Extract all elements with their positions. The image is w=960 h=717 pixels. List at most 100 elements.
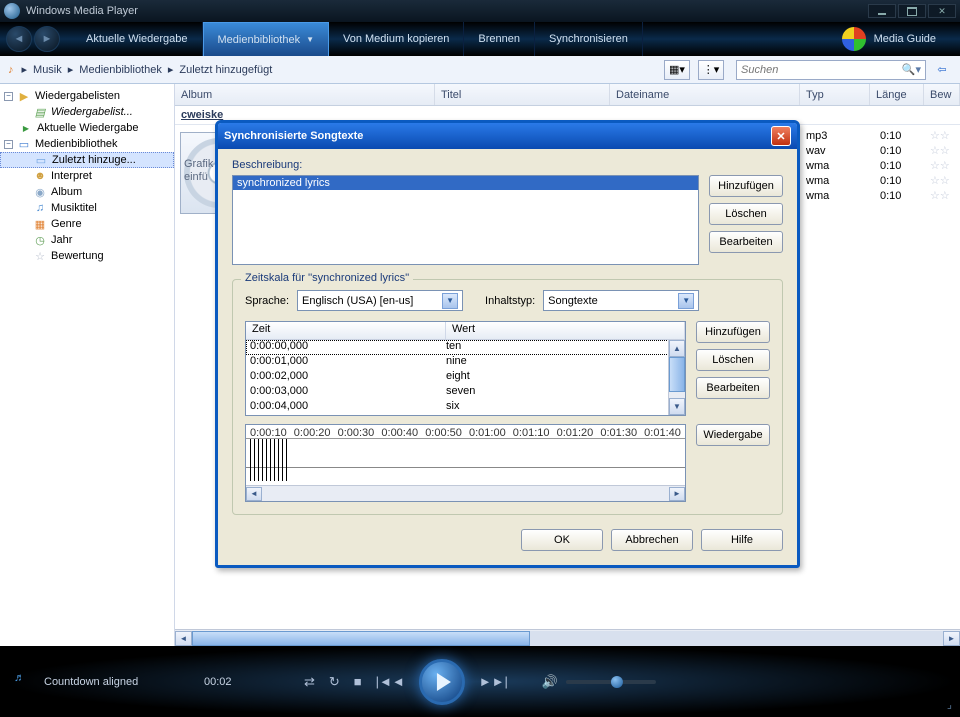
stop-button[interactable]: ■	[354, 674, 362, 689]
tab-label: Medienbibliothek	[218, 34, 301, 46]
sidebar: −▶Wiedergabelisten ▤Wiedergabelist... Ak…	[0, 84, 175, 646]
sidebar-item-title[interactable]: Musiktitel	[0, 200, 174, 216]
language-combo[interactable]: Englisch (USA) [en-us] ▼	[297, 290, 463, 311]
sidebar-item-artist[interactable]: Interpret	[0, 168, 174, 184]
delete-time-button[interactable]: Löschen	[696, 349, 770, 371]
view-options-button[interactable]: ⋮▾	[698, 60, 724, 80]
time-table[interactable]: Zeit Wert 0:00:00,000ten 0:00:01,000nine…	[245, 321, 686, 416]
now-playing-icon: ♬	[14, 672, 34, 692]
timescale-group: Zeitskala für ''synchronized lyrics'' Sp…	[232, 279, 783, 515]
close-window-button[interactable]	[928, 4, 956, 18]
time-row[interactable]: 0:00:00,000ten	[246, 340, 685, 355]
shuffle-button[interactable]: ⇄	[304, 674, 315, 690]
prev-button[interactable]: |◄◄	[376, 674, 405, 689]
timeline-hscrollbar[interactable]: ◄►	[246, 485, 685, 501]
scroll-left-button[interactable]: ◄	[246, 487, 262, 501]
tab-now-playing[interactable]: Aktuelle Wiedergabe	[72, 22, 203, 56]
add-time-button[interactable]: Hinzufügen	[696, 321, 770, 343]
minimize-button[interactable]	[868, 4, 896, 18]
sidebar-item-playlist[interactable]: ▤Wiedergabelist...	[0, 104, 174, 120]
media-guide-button[interactable]: Media Guide	[824, 27, 954, 51]
mute-button[interactable]: 🔊	[542, 674, 558, 690]
dialog-close-button[interactable]: ✕	[771, 126, 791, 146]
scroll-thumb[interactable]	[192, 631, 530, 646]
col-type[interactable]: Typ	[800, 84, 870, 105]
col-rating[interactable]: Bew	[924, 84, 960, 105]
cancel-button[interactable]: Abbrechen	[611, 529, 693, 551]
help-button[interactable]: Hilfe	[701, 529, 783, 551]
time-row[interactable]: 0:00:01,000nine	[246, 355, 685, 370]
time-row[interactable]: 0:00:02,000eight	[246, 370, 685, 385]
add-description-button[interactable]: Hinzufügen	[709, 175, 783, 197]
volume-knob[interactable]	[611, 676, 623, 688]
description-list[interactable]: synchronized lyrics	[232, 175, 699, 265]
scroll-right-button[interactable]: ►	[669, 487, 685, 501]
description-item[interactable]: synchronized lyrics	[233, 176, 698, 190]
col-time[interactable]: Zeit	[246, 322, 446, 339]
edit-description-button[interactable]: Bearbeiten	[709, 231, 783, 253]
table-row[interactable]: wav0:10☆☆	[800, 143, 960, 158]
language-label: Sprache:	[245, 295, 289, 307]
chevron-down-icon: ▼	[678, 293, 694, 309]
col-title[interactable]: Titel	[435, 84, 610, 105]
table-row[interactable]: wma0:10☆☆	[800, 173, 960, 188]
scroll-thumb[interactable]	[669, 357, 685, 392]
now-playing-time: 00:02	[204, 676, 232, 688]
timeline[interactable]: 0:00:10 0:00:20 0:00:30 0:00:40 0:00:50 …	[245, 424, 686, 502]
ok-button[interactable]: OK	[521, 529, 603, 551]
playback-button[interactable]: Wiedergabe	[696, 424, 770, 446]
sidebar-item-rating[interactable]: Bewertung	[0, 248, 174, 264]
scroll-down-button[interactable]: ▼	[669, 398, 685, 415]
delete-description-button[interactable]: Löschen	[709, 203, 783, 225]
table-row[interactable]: wma0:10☆☆	[800, 158, 960, 173]
volume-slider[interactable]	[566, 680, 656, 684]
edit-time-button[interactable]: Bearbeiten	[696, 377, 770, 399]
horizontal-scrollbar[interactable]: ◄ ►	[175, 629, 960, 646]
nav-back-button[interactable]: ◄	[6, 26, 32, 52]
col-album[interactable]: Album	[175, 84, 435, 105]
search-input[interactable]	[741, 64, 902, 76]
col-length[interactable]: Länge	[870, 84, 924, 105]
dialog-titlebar[interactable]: Synchronisierte Songtexte ✕	[218, 123, 797, 149]
compact-mode-button[interactable]: ⌟	[947, 698, 952, 711]
tab-sync[interactable]: Synchronisieren	[535, 22, 643, 56]
next-button[interactable]: ►►|	[479, 674, 508, 689]
table-vscrollbar[interactable]: ▲ ▼	[668, 340, 685, 415]
repeat-button[interactable]: ↻	[329, 674, 340, 690]
blue-back-icon[interactable]: ⇦	[932, 60, 952, 80]
sidebar-item-year[interactable]: Jahr	[0, 232, 174, 248]
nav-forward-button[interactable]: ►	[34, 26, 60, 52]
window-title: Windows Media Player	[26, 5, 138, 17]
sidebar-item-playlists[interactable]: −▶Wiedergabelisten	[0, 88, 174, 104]
play-button[interactable]	[419, 659, 465, 705]
view-layout-button[interactable]: ▦▾	[664, 60, 690, 80]
restore-button[interactable]	[898, 4, 926, 18]
tab-burn[interactable]: Brennen	[464, 22, 535, 56]
table-row[interactable]: wma0:10☆☆	[800, 188, 960, 203]
sidebar-item-genre[interactable]: Genre	[0, 216, 174, 232]
tab-label: Aktuelle Wiedergabe	[86, 33, 188, 45]
sidebar-item-recent[interactable]: Zuletzt hinzuge...	[0, 152, 174, 168]
col-filename[interactable]: Dateiname	[610, 84, 800, 105]
scroll-up-button[interactable]: ▲	[669, 340, 685, 357]
windows-flag-icon	[842, 27, 866, 51]
tab-label: Von Medium kopieren	[343, 33, 449, 45]
col-value[interactable]: Wert	[446, 322, 685, 339]
scroll-left-button[interactable]: ◄	[175, 631, 192, 646]
search-box[interactable]: 🔍▾	[736, 60, 926, 80]
tab-rip[interactable]: Von Medium kopieren	[329, 22, 464, 56]
scroll-track[interactable]	[192, 631, 943, 646]
sidebar-item-album[interactable]: Album	[0, 184, 174, 200]
content-type-combo[interactable]: Songtexte ▼	[543, 290, 699, 311]
breadcrumb[interactable]: ▸Musik▸Medienbibliothek▸Zuletzt hinzugef…	[20, 63, 273, 76]
tab-library[interactable]: Medienbibliothek ▼	[203, 22, 329, 56]
column-headers: Album Titel Dateiname Typ Länge Bew	[175, 84, 960, 106]
scroll-right-button[interactable]: ►	[943, 631, 960, 646]
time-row[interactable]: 0:00:03,000seven	[246, 385, 685, 400]
table-row[interactable]: mp30:10☆☆	[800, 128, 960, 143]
sidebar-item-current[interactable]: Aktuelle Wiedergabe	[0, 120, 174, 136]
search-icon[interactable]: 🔍▾	[902, 63, 921, 76]
time-row[interactable]: 0:00:04,000six	[246, 400, 685, 415]
sidebar-item-library[interactable]: −Medienbibliothek	[0, 136, 174, 152]
tab-label: Synchronisieren	[549, 33, 628, 45]
